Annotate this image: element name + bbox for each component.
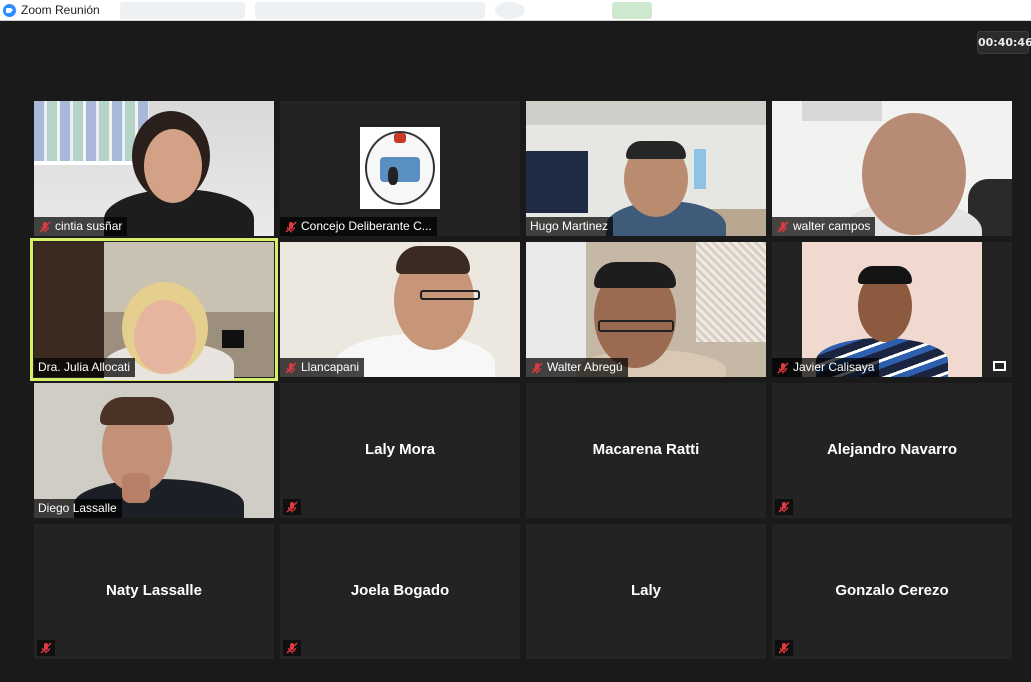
participant-video [772, 242, 1012, 377]
participant-name: cintia susñar [55, 219, 123, 233]
muted-microphone-icon [283, 640, 301, 656]
participant-name-tag: Diego Lassalle [34, 499, 122, 518]
participant-video [280, 242, 520, 377]
council-seal-logo [360, 127, 440, 209]
participant-video [34, 383, 274, 518]
participant-tile[interactable]: Walter Abregú [526, 242, 766, 377]
screen-share-icon [993, 361, 1006, 371]
participant-tile[interactable]: walter campos [772, 101, 1012, 236]
participant-video [34, 242, 274, 380]
participant-tile[interactable]: Alejandro Navarro [772, 383, 1012, 518]
muted-microphone-icon [530, 361, 544, 375]
participant-tile[interactable]: Diego Lassalle [34, 383, 274, 518]
background-window-ghost [495, 2, 525, 19]
participant-name: Joela Bogado [350, 582, 450, 599]
window-title: Zoom Reunión [21, 3, 100, 17]
muted-microphone-icon [284, 220, 298, 234]
background-window-ghost [120, 2, 245, 19]
participant-name-tag: cintia susñar [34, 217, 128, 236]
participant-tile-active-speaker[interactable]: Dra. Julia Allocati [30, 238, 278, 381]
participant-name: Laly Mora [364, 441, 436, 458]
participant-name: Diego Lassalle [38, 501, 117, 515]
participant-name: Dra. Julia Allocati [38, 360, 131, 374]
participant-tile[interactable]: Joela Bogado [280, 524, 520, 659]
muted-microphone-icon [775, 640, 793, 656]
participant-video [526, 101, 766, 236]
participant-tile[interactable]: Laly [526, 524, 766, 659]
participant-name-tag: Llancapani [280, 358, 365, 377]
participant-name-tag: Dra. Julia Allocati [34, 358, 136, 377]
participant-name: Gonzalo Cerezo [835, 582, 949, 599]
background-window-ghost [612, 2, 652, 19]
muted-microphone-icon [776, 361, 790, 375]
participant-name: Llancapani [301, 360, 360, 374]
participant-video [772, 101, 1012, 236]
participant-name: Alejandro Navarro [826, 441, 958, 458]
participant-name: walter campos [793, 219, 871, 233]
participant-name: Laly [630, 582, 661, 599]
participant-tile[interactable]: Laly Mora [280, 383, 520, 518]
meeting-timer: 00:40:46 [977, 31, 1031, 54]
participant-tile[interactable]: Naty Lassalle [34, 524, 274, 659]
participant-tile[interactable]: Llancapani [280, 242, 520, 377]
participant-name: Hugo Martinez [530, 219, 609, 233]
participant-name: Walter Abregú [547, 360, 623, 374]
participant-name-tag: Hugo Martinez [526, 217, 614, 236]
participant-video [526, 242, 766, 377]
window-titlebar: Zoom Reunión [0, 0, 1031, 21]
participant-tile[interactable]: Concejo Deliberante C... [280, 101, 520, 236]
participant-tile[interactable]: Macarena Ratti [526, 383, 766, 518]
participant-tile[interactable]: cintia susñar [34, 101, 274, 236]
participant-tile[interactable]: Hugo Martinez [526, 101, 766, 236]
participant-tile[interactable]: Javier Calisaya [772, 242, 1012, 377]
background-window-ghost [255, 2, 485, 19]
participant-name: Macarena Ratti [592, 441, 700, 458]
muted-microphone-icon [283, 499, 301, 515]
participant-name-tag: Javier Calisaya [772, 358, 880, 377]
zoom-logo-icon [3, 4, 16, 17]
participant-name: Concejo Deliberante C... [301, 219, 432, 233]
muted-microphone-icon [776, 220, 790, 234]
participant-video [34, 101, 274, 236]
muted-microphone-icon [37, 640, 55, 656]
participant-name: Naty Lassalle [106, 582, 202, 599]
participant-name: Javier Calisaya [793, 360, 875, 374]
muted-microphone-icon [38, 220, 52, 234]
participant-video [280, 101, 520, 236]
participant-name-tag: walter campos [772, 217, 876, 236]
participant-tile[interactable]: Gonzalo Cerezo [772, 524, 1012, 659]
participant-name-tag: Concejo Deliberante C... [280, 217, 437, 236]
participant-name-tag: Walter Abregú [526, 358, 628, 377]
muted-microphone-icon [284, 361, 298, 375]
muted-microphone-icon [775, 499, 793, 515]
